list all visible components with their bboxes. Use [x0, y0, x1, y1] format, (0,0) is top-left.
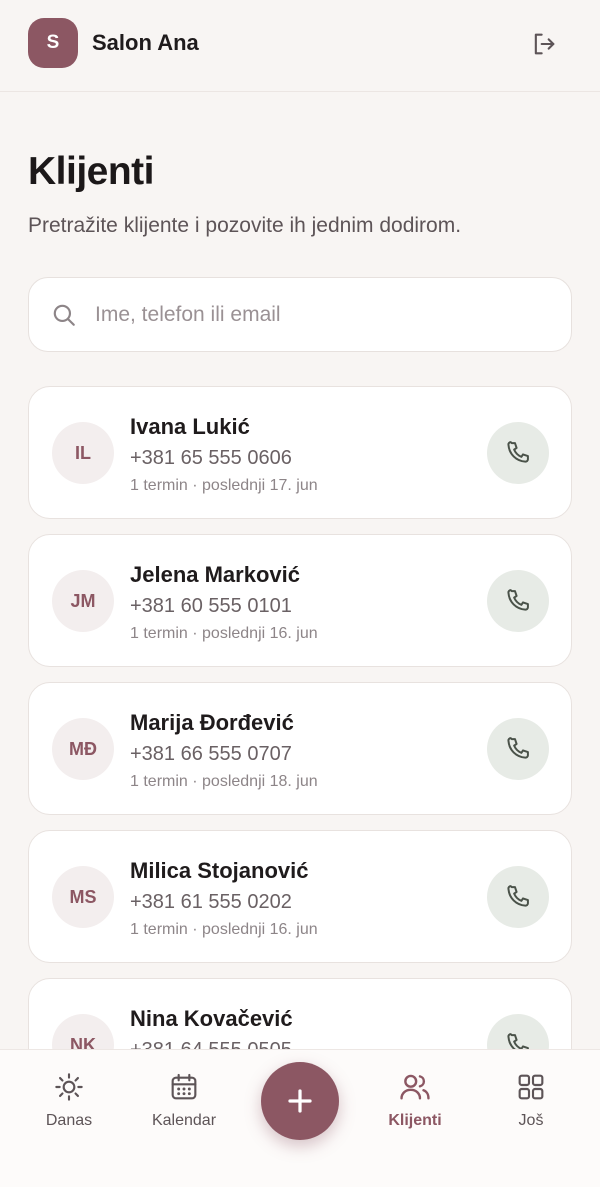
salon-avatar[interactable]: S	[28, 18, 78, 68]
nav-label: Još	[518, 1112, 544, 1129]
phone-icon	[507, 737, 529, 759]
client-card[interactable]: MS Milica Stojanović +381 61 555 0202 1 …	[28, 830, 572, 963]
client-card[interactable]: IL Ivana Lukić +381 65 555 0606 1 termin…	[28, 386, 572, 519]
client-list: IL Ivana Lukić +381 65 555 0606 1 termin…	[28, 386, 572, 1126]
client-name: Milica Stojanović	[130, 858, 309, 883]
sun-icon	[52, 1070, 86, 1104]
client-name: Jelena Marković	[130, 562, 300, 587]
client-phone: +381 66 555 0707	[130, 743, 292, 765]
add-appointment-button[interactable]	[261, 1062, 339, 1140]
search-box[interactable]	[28, 277, 572, 352]
nav-item-jos[interactable]: Još	[481, 1070, 581, 1140]
users-icon	[398, 1070, 432, 1104]
client-card[interactable]: JM Jelena Marković +381 60 555 0101 1 te…	[28, 534, 572, 667]
salon-name: Salon Ana	[92, 30, 199, 55]
nav-label: Klijenti	[388, 1112, 442, 1129]
nav-label: Danas	[45, 1112, 93, 1129]
calendar-icon	[167, 1070, 201, 1104]
client-appointment-info: 1 termin · poslednji 16. jun	[130, 921, 318, 938]
nav-label: Kalendar	[151, 1112, 217, 1129]
app-screen: S Salon Ana Klijenti Pretražite klijente…	[0, 0, 600, 1187]
search-icon	[53, 304, 75, 326]
top-bar: S Salon Ana	[0, 0, 600, 92]
client-name: Nina Kovačević	[130, 1006, 293, 1031]
phone-icon	[507, 441, 529, 463]
page-subtitle: Pretražite klijente i pozovite ih jednim…	[28, 214, 462, 237]
grid-icon	[514, 1070, 548, 1104]
phone-icon	[507, 589, 529, 611]
client-name: Marija Đorđević	[130, 710, 294, 735]
logout-button[interactable]	[526, 28, 562, 60]
client-avatar: MS	[52, 866, 114, 928]
client-phone: +381 61 555 0202	[130, 891, 292, 913]
call-button[interactable]	[487, 866, 549, 928]
nav-item-klijenti[interactable]: Klijenti	[365, 1070, 465, 1140]
client-avatar: IL	[52, 422, 114, 484]
client-phone: +381 60 555 0101	[130, 595, 292, 617]
client-name: Ivana Lukić	[130, 414, 250, 439]
call-button[interactable]	[487, 422, 549, 484]
client-phone: +381 65 555 0606	[130, 447, 292, 469]
call-button[interactable]	[487, 718, 549, 780]
bottom-nav: Danas Kalendar Klijenti Još	[0, 1049, 600, 1187]
nav-item-danas[interactable]: Danas	[19, 1070, 119, 1140]
client-appointment-info: 1 termin · poslednji 16. jun	[130, 625, 318, 642]
phone-icon	[507, 885, 529, 907]
plus-icon	[288, 1089, 312, 1113]
client-card[interactable]: MĐ Marija Đorđević +381 66 555 0707 1 te…	[28, 682, 572, 815]
client-appointment-info: 1 termin · poslednji 18. jun	[130, 773, 318, 790]
page-title: Klijenti	[28, 150, 155, 193]
client-avatar: MĐ	[52, 718, 114, 780]
logout-icon	[534, 33, 555, 55]
client-appointment-info: 1 termin · poslednji 17. jun	[130, 477, 318, 494]
client-avatar: JM	[52, 570, 114, 632]
call-button[interactable]	[487, 570, 549, 632]
nav-item-kalendar[interactable]: Kalendar	[134, 1070, 234, 1140]
search-input[interactable]	[95, 294, 555, 336]
